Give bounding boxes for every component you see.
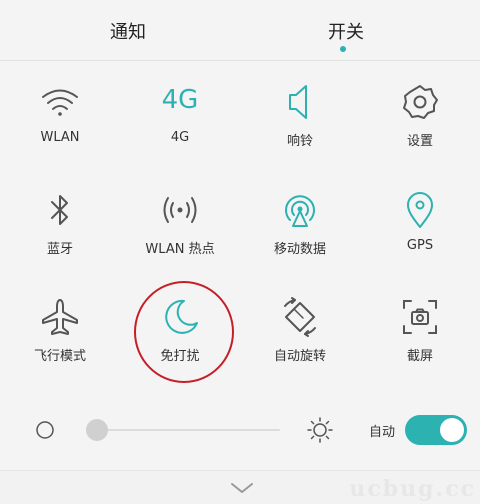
brightness-low-icon bbox=[36, 421, 54, 439]
toggle-ringer[interactable]: 响铃 bbox=[240, 82, 360, 187]
bluetooth-icon bbox=[40, 190, 80, 230]
toggle-label: 自动旋转 bbox=[273, 349, 326, 364]
tab-switches[interactable]: 开关 bbox=[328, 18, 364, 44]
auto-brightness-switch[interactable] bbox=[405, 415, 467, 445]
speaker-icon bbox=[280, 82, 320, 122]
watermark: ucbug.cc bbox=[349, 476, 476, 502]
tab-bar: 通知 开关 bbox=[0, 0, 480, 60]
brightness-slider-thumb[interactable] bbox=[86, 419, 108, 441]
location-pin-icon bbox=[400, 190, 440, 230]
toggle-label: 飞行模式 bbox=[33, 349, 86, 364]
tab-divider bbox=[0, 60, 480, 61]
toggle-mobile-data[interactable]: 移动数据 bbox=[240, 190, 360, 295]
active-tab-indicator bbox=[340, 46, 346, 52]
toggle-airplane-mode[interactable]: 飞行模式 bbox=[0, 297, 120, 402]
toggle-label: WLAN 热点 bbox=[145, 242, 215, 257]
bottom-bar: ucbug.cc bbox=[0, 470, 480, 504]
gear-icon bbox=[400, 82, 440, 122]
toggle-4g[interactable]: 4G 4G bbox=[120, 82, 240, 187]
expand-handle-icon[interactable] bbox=[230, 479, 254, 493]
toggle-gps[interactable]: GPS bbox=[360, 190, 480, 295]
switch-knob bbox=[440, 418, 464, 442]
hotspot-icon bbox=[160, 190, 200, 230]
toggle-label: 4G bbox=[170, 130, 190, 145]
toggle-label: 设置 bbox=[406, 134, 433, 149]
rotate-icon bbox=[280, 297, 320, 337]
brightness-high-icon bbox=[306, 416, 334, 444]
toggle-label: WLAN bbox=[40, 130, 80, 145]
toggle-label: 截屏 bbox=[406, 349, 433, 364]
toggle-auto-rotate[interactable]: 自动旋转 bbox=[240, 297, 360, 402]
mobile-data-icon bbox=[280, 190, 320, 230]
toggle-label: 蓝牙 bbox=[46, 242, 73, 257]
toggle-screenshot[interactable]: 截屏 bbox=[360, 297, 480, 402]
tab-notifications[interactable]: 通知 bbox=[110, 18, 146, 44]
toggle-settings[interactable]: 设置 bbox=[360, 82, 480, 187]
auto-brightness-label: 自动 bbox=[369, 425, 396, 440]
highlight-circle-annotation bbox=[134, 281, 234, 383]
toggle-label: GPS bbox=[406, 238, 434, 253]
toggle-bluetooth[interactable]: 蓝牙 bbox=[0, 190, 120, 295]
toggle-wlan[interactable]: WLAN bbox=[0, 82, 120, 187]
brightness-slider-track[interactable] bbox=[98, 429, 280, 431]
4g-icon: 4G bbox=[161, 85, 199, 115]
wifi-icon bbox=[40, 82, 80, 122]
toggle-label: 移动数据 bbox=[273, 242, 326, 257]
brightness-row: 自动 bbox=[0, 405, 480, 455]
toggle-wlan-hotspot[interactable]: WLAN 热点 bbox=[120, 190, 240, 295]
toggle-label: 响铃 bbox=[286, 134, 313, 149]
screenshot-icon bbox=[400, 297, 440, 337]
airplane-icon bbox=[40, 297, 80, 337]
